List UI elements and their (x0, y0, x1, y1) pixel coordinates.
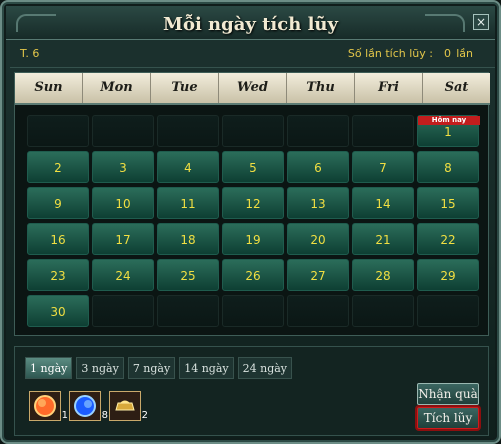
day-cell[interactable]: 12 (222, 187, 284, 219)
day-cell[interactable]: 10 (92, 187, 154, 219)
day-cell[interactable]: 3 (92, 151, 154, 183)
weekday-mon: Mon (83, 73, 151, 103)
reward-item[interactable]: 8 (69, 391, 108, 421)
day-cell[interactable]: 27 (287, 259, 349, 291)
day-cell[interactable]: 8 (417, 151, 479, 183)
day-cell[interactable]: 16 (27, 223, 89, 255)
tab-7-day[interactable]: 7 ngày (127, 357, 176, 379)
calendar-empty-cell (157, 115, 219, 147)
day-cell[interactable]: 21 (352, 223, 414, 255)
day-cell[interactable]: 22 (417, 223, 479, 255)
today-badge: Hôm nay (418, 116, 480, 125)
weekday-sat: Sat (444, 80, 469, 95)
weekday-fri: Fri (355, 73, 423, 103)
count-value: 0 (444, 47, 451, 60)
reward-item[interactable]: 1 (29, 391, 68, 421)
calendar-empty-cell (27, 115, 89, 147)
gold-ingot-icon (115, 400, 135, 411)
title-ornament-right (425, 14, 465, 32)
blue-sphere-icon (74, 395, 96, 417)
tab-3-day[interactable]: 3 ngày (76, 357, 124, 379)
day-cell[interactable]: 9 (27, 187, 89, 219)
item-quantity: 1 (61, 410, 68, 421)
calendar-empty-cell (287, 295, 349, 327)
calendar-empty-cell (157, 295, 219, 327)
day-cell[interactable]: 13 (287, 187, 349, 219)
tab-1-day[interactable]: 1 ngày (25, 357, 73, 379)
day-cell[interactable]: 18 (157, 223, 219, 255)
receive-gift-button[interactable]: Nhận quà (417, 383, 479, 405)
title-bar[interactable]: Mỗi ngày tích lũy × (6, 6, 495, 40)
day-cell[interactable]: 6 (287, 151, 349, 183)
tab-24-day[interactable]: 24 ngày (237, 357, 293, 379)
item-quantity: 8 (101, 410, 108, 421)
day-cell[interactable]: 15 (417, 187, 479, 219)
calendar-empty-cell (352, 295, 414, 327)
count-label: Số lần tích lũy : (347, 47, 433, 60)
tab-14-day[interactable]: 14 ngày (179, 357, 234, 379)
day-cell[interactable]: 7 (352, 151, 414, 183)
reward-items: 1 8 2 (29, 391, 148, 421)
day-cell-today[interactable]: Hôm nay 1 (417, 115, 480, 147)
daily-accumulate-window: Mỗi ngày tích lũy × T. 6 Số lần tích lũy… (0, 0, 501, 444)
calendar-empty-cell (92, 295, 154, 327)
calendar-grid: Hôm nay 1 2 3 4 5 6 7 8 9 10 11 12 13 14… (27, 115, 487, 335)
day-cell[interactable]: 28 (352, 259, 414, 291)
day-cell[interactable]: 4 (157, 151, 219, 183)
calendar-empty-cell (222, 115, 284, 147)
day-cell[interactable]: 29 (417, 259, 479, 291)
day-cell[interactable]: 24 (92, 259, 154, 291)
calendar-empty-cell (417, 295, 479, 327)
reward-tabs: 1 ngày 3 ngày 7 ngày 14 ngày 24 ngày (25, 357, 293, 379)
day-cell[interactable]: 20 (287, 223, 349, 255)
day-number: 1 (444, 125, 452, 139)
window-title: Mỗi ngày tích lũy (163, 14, 338, 35)
day-cell[interactable]: 26 (222, 259, 284, 291)
weekday-thu: Thu (287, 73, 355, 103)
weekday-header: Sun Mon Tue Wed Thu Fri Sat (15, 73, 490, 105)
calendar-empty-cell (352, 115, 414, 147)
day-cell[interactable]: 23 (27, 259, 89, 291)
day-cell[interactable]: 14 (352, 187, 414, 219)
weekday-tue: Tue (151, 73, 219, 103)
day-cell[interactable]: 11 (157, 187, 219, 219)
day-cell[interactable]: 30 (27, 295, 89, 327)
reward-item[interactable]: 2 (109, 391, 148, 421)
close-button[interactable]: × (473, 14, 489, 30)
day-cell[interactable]: 2 (27, 151, 89, 183)
count-unit: lần (456, 47, 473, 60)
weekday-sun: Sun (15, 73, 83, 103)
accumulate-button[interactable]: Tích lũy (417, 407, 479, 429)
day-cell[interactable]: 5 (222, 151, 284, 183)
day-cell[interactable]: 17 (92, 223, 154, 255)
calendar-empty-cell (287, 115, 349, 147)
weekday-wed: Wed (219, 73, 287, 103)
calendar-empty-cell (92, 115, 154, 147)
item-quantity: 2 (141, 410, 148, 421)
reward-panel: 1 ngày 3 ngày 7 ngày 14 ngày 24 ngày 1 8 (14, 346, 489, 436)
calendar-empty-cell (222, 295, 284, 327)
calendar: Sun Mon Tue Wed Thu Fri Sat Hôm nay 1 2 … (14, 72, 490, 336)
month-label: T. 6 (20, 47, 40, 60)
day-cell[interactable]: 25 (157, 259, 219, 291)
info-bar: T. 6 Số lần tích lũy : 0 lần (10, 40, 495, 68)
day-cell[interactable]: 19 (222, 223, 284, 255)
red-orb-icon (34, 395, 56, 417)
